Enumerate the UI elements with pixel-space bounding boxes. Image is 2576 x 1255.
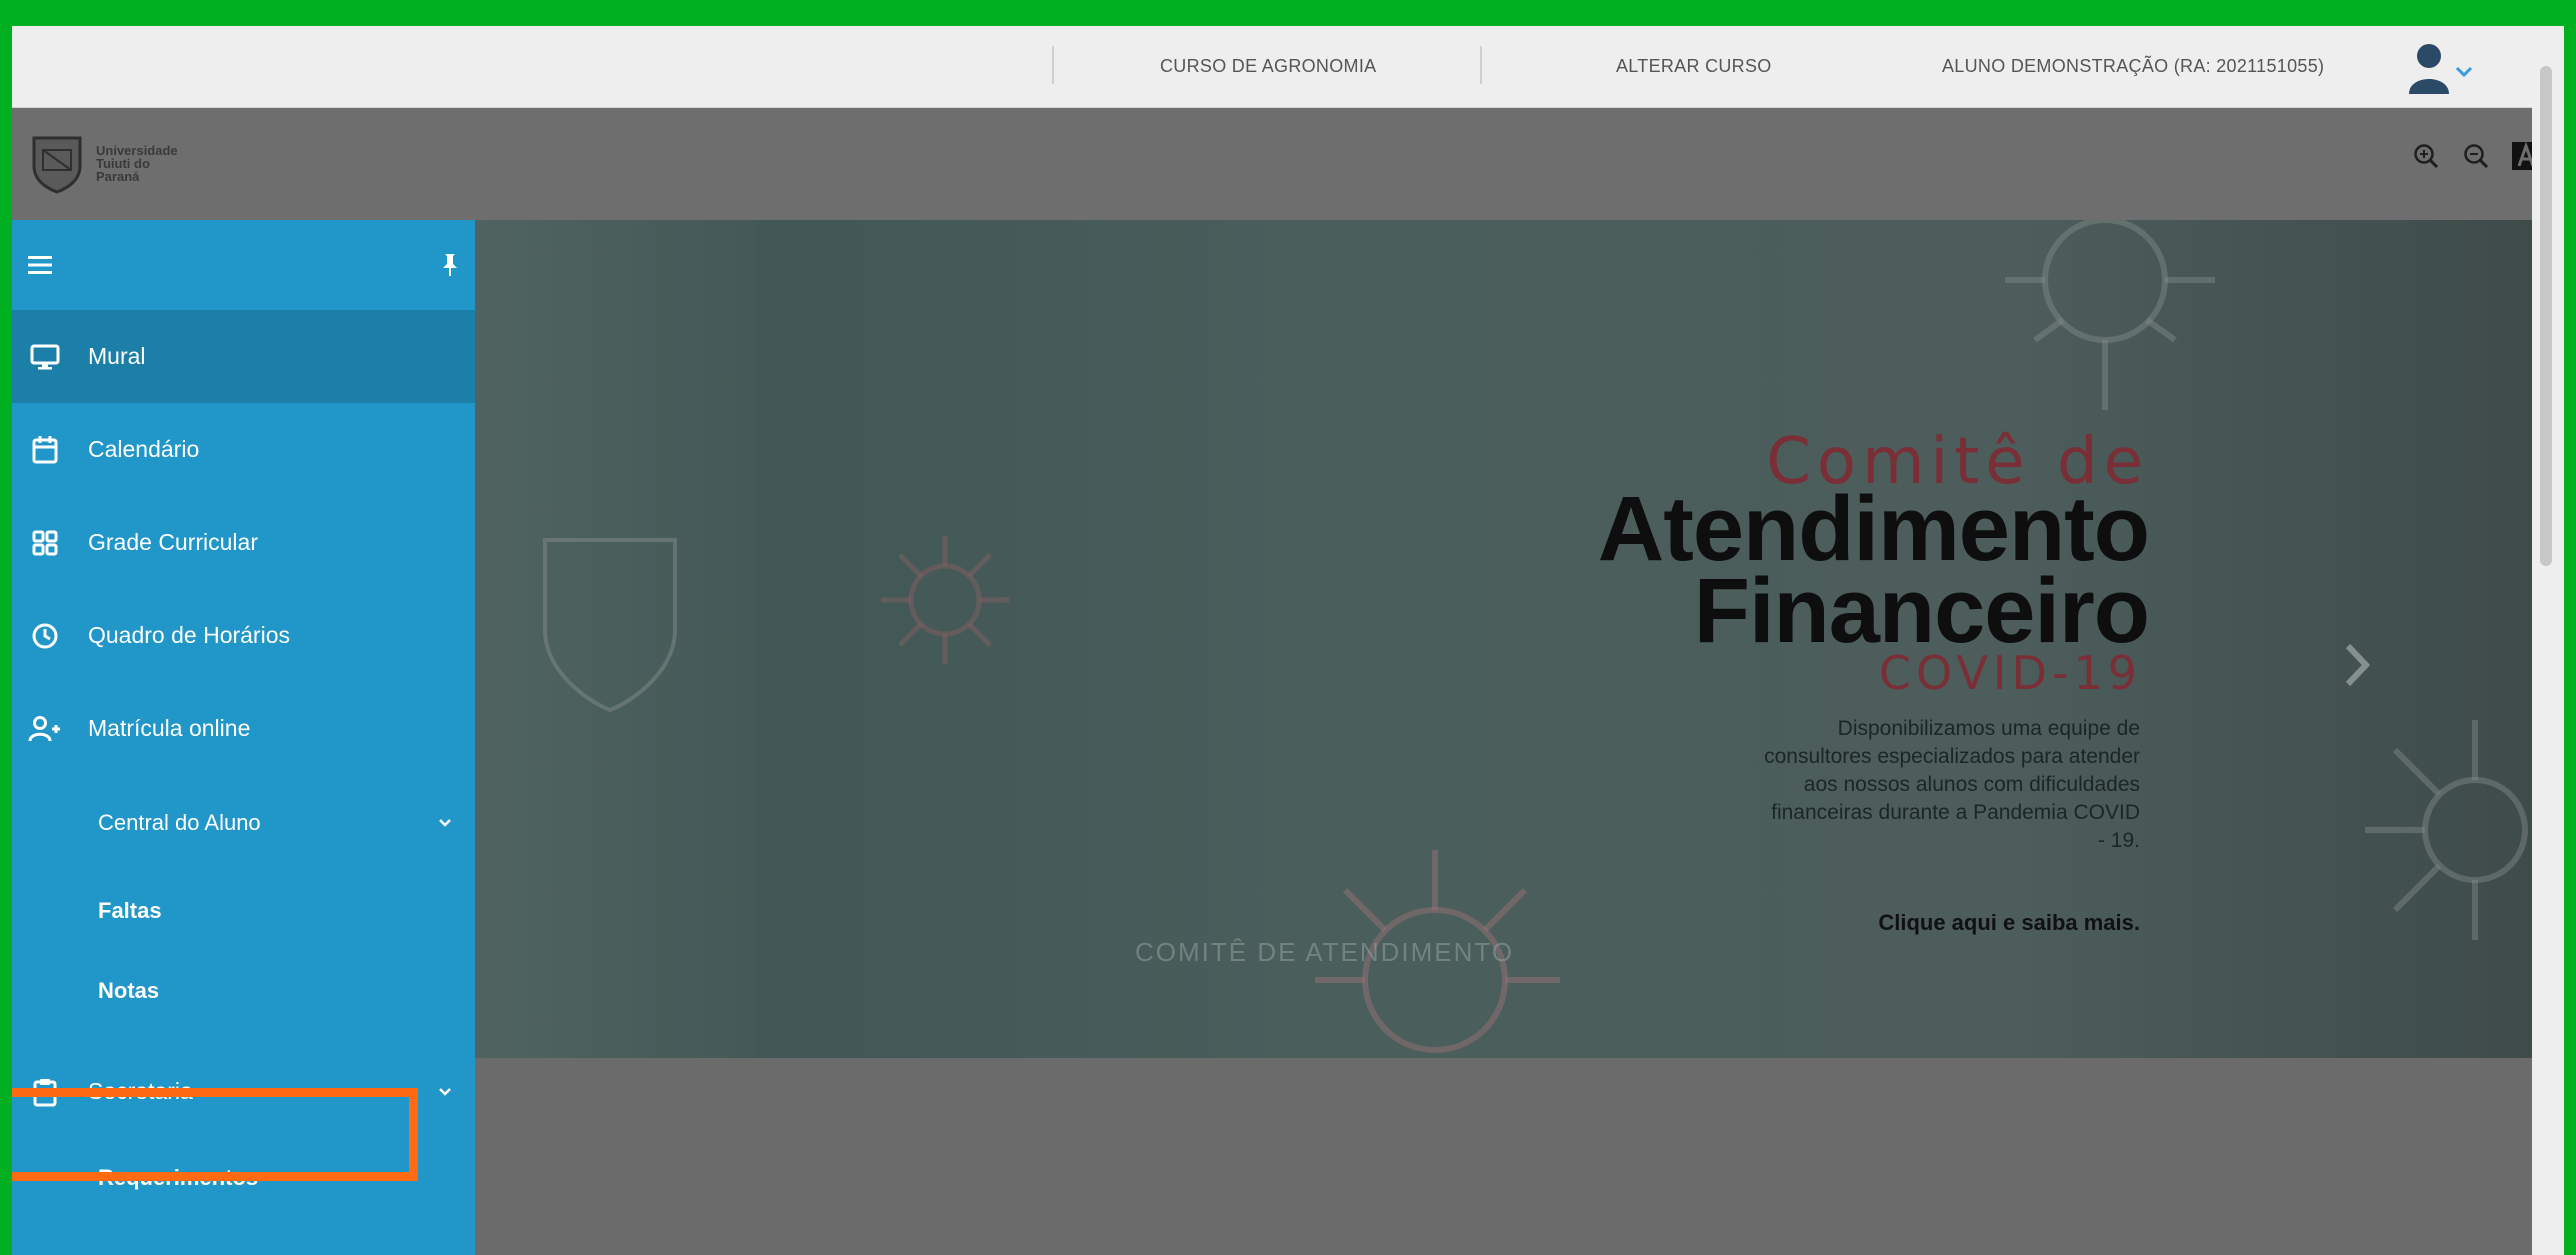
chevron-down-icon [439,1087,451,1096]
banner-subtitle: COVID-19 [1878,646,2142,700]
app-window: CURSO DE AGRONOMIA ALTERAR CURSO ALUNO D… [12,26,2544,1255]
clock-icon [28,619,62,653]
sidebar-item-grade-curricular[interactable]: Grade Curricular [12,496,475,589]
zoom-in-icon [2414,144,2439,169]
calendar-icon [28,433,62,467]
sidebar-item-central-do-aluno[interactable]: Central do Aluno [12,775,475,871]
banner-title-line2: Atendimento [1597,478,2150,580]
sidebar-item-label: Mural [88,343,146,369]
sidebar-item-label: Secretaria [88,1078,193,1104]
carousel-next-icon[interactable] [2342,640,2372,690]
topbar-separator [1052,46,1054,84]
university-logo[interactable]: Universidade Tuiuti do Paraná [30,132,178,194]
sidebar-item-matricula-online[interactable]: Matrícula online [12,682,475,775]
sidebar-header [12,220,475,310]
chevron-down-icon [439,819,451,827]
promo-banner[interactable]: COMITÊ DE ATENDIMENTO Comitê de Atendime… [475,220,2532,1058]
sidebar-subitem-notas[interactable]: Notas [12,951,475,1031]
sidebar-item-label: Central do Aluno [98,810,261,835]
sidebar-item-label: Calendário [88,436,200,462]
university-name-line: Tuiuti do [96,155,150,171]
banner-description: Disponibilizamos uma equipe de consultor… [1764,717,2140,852]
header-logo-bar: Universidade Tuiuti do Paraná [12,108,2544,220]
sidebar: Mural Calendário Grade Curricular Quadro… [12,220,475,1255]
sidebar-subitem-faltas[interactable]: Faltas [12,871,475,951]
virus-icon [2005,220,2215,410]
university-name: Universidade Tuiuti do Paraná [96,144,178,183]
banner-ghost-text: COMITÊ DE ATENDIMENTO [1135,937,1515,967]
hamburger-menu-icon[interactable] [26,253,56,277]
topbar-separator [1480,46,1482,84]
banner-title: Atendimento Financeiro [1597,478,2150,662]
sidebar-subitem-label: Requerimentos [98,1165,259,1190]
sidebar-item-label: Matrícula online [88,715,251,741]
crest-watermark-icon [543,538,677,713]
virus-icon [2365,720,2528,940]
sidebar-subitem-label: Notas [98,978,160,1003]
student-name: ALUNO DEMONSTRAÇÃO (RA: 2021151055) [1942,56,2325,76]
zoom-out-button[interactable] [2458,138,2494,174]
course-name: CURSO DE AGRONOMIA [1160,56,1377,76]
sidebar-subitem-label: Faltas [98,898,162,923]
monitor-icon [28,340,62,374]
sidebar-item-secretaria[interactable]: Secretaria [12,1045,475,1138]
sidebar-item-label: Quadro de Horários [88,622,290,648]
pin-icon[interactable] [441,252,459,278]
university-name-line: Paraná [96,168,140,184]
zoom-out-icon [2464,144,2489,169]
accessibility-tools [2408,138,2544,174]
scrollbar-thumb[interactable] [2540,66,2552,566]
change-course-link[interactable]: ALTERAR CURSO [1616,56,1772,77]
sidebar-item-quadro-de-horarios[interactable]: Quadro de Horários [12,589,475,682]
add-user-icon [28,712,62,746]
university-crest-icon [32,136,82,194]
sidebar-item-label: Grade Curricular [88,529,258,555]
top-bar: CURSO DE AGRONOMIA ALTERAR CURSO ALUNO D… [12,26,2544,108]
sidebar-item-mural[interactable]: Mural [12,310,475,403]
grid-icon [28,526,62,560]
banner-title-line3: Financeiro [1693,560,2150,662]
zoom-in-button[interactable] [2408,138,2444,174]
sidebar-item-calendario[interactable]: Calendário [12,403,475,496]
page-scrollbar[interactable] [2532,26,2564,1255]
sidebar-subitem-requerimentos[interactable]: Requerimentos [12,1138,475,1218]
virus-icon [881,536,1009,664]
user-icon [2409,44,2473,94]
banner-cta-link[interactable]: Clique aqui e saiba mais. [1878,910,2140,936]
user-menu-button[interactable] [2407,40,2477,96]
university-name-line: Universidade [96,142,178,158]
clipboard-icon [28,1075,62,1109]
